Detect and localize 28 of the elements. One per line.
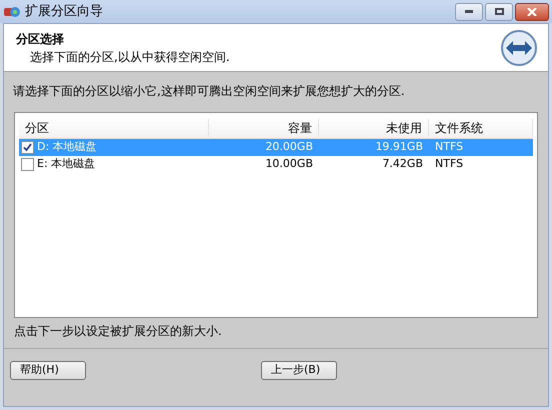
table-cell-text: 20.00GB [264, 139, 314, 156]
table-cell-text: 19.91GB [374, 139, 424, 156]
window-title: 扩展分区向导 [25, 2, 103, 21]
column-header[interactable]: 容量 [209, 118, 319, 136]
checkbox[interactable] [21, 141, 34, 154]
column-header[interactable]: 文件系统 [429, 118, 533, 136]
wizard-button[interactable]: 上一步(B) [261, 361, 337, 380]
close-button[interactable] [515, 2, 549, 20]
table-cell-text: D: 本地磁盘 [36, 139, 98, 156]
minimize-button[interactable] [455, 2, 483, 20]
maximize-button[interactable] [485, 2, 513, 20]
instruction-text: 请选择下面的分区以缩小它,这样即可腾出空闲空间来扩展您想扩大的分区. [12, 83, 406, 100]
wizard-button[interactable]: 帮助(H) [10, 361, 86, 380]
hint-text: 点击下一步以设定被扩展分区的新大小. [13, 323, 223, 340]
table-cell-text: E: 本地磁盘 [36, 156, 96, 172]
checkbox[interactable] [21, 158, 34, 171]
close-icon [527, 8, 537, 16]
column-header[interactable]: 分区 [19, 118, 209, 136]
header-subtitle: 选择下面的分区,以从中获得空闲空间. [29, 48, 230, 66]
table-cell-text: NTFS [434, 139, 464, 156]
table-cell-text: 7.42GB [381, 156, 424, 172]
table-cell-text: NTFS [434, 156, 464, 172]
column-header[interactable]: 未使用 [319, 118, 429, 136]
header-title: 分区选择 [16, 30, 65, 48]
checkmark-icon [23, 143, 32, 152]
app-icon [3, 4, 21, 18]
table-cell-text: 10.00GB [264, 156, 314, 172]
partition-row[interactable]: E: 本地磁盘 10.00GB 7.42GB NTFS [19, 156, 533, 173]
